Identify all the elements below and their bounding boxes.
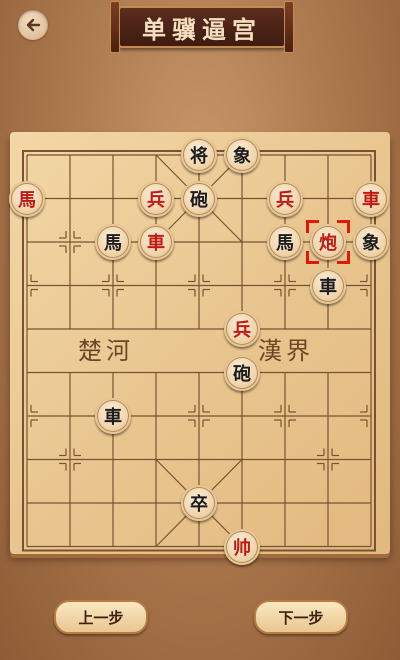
piece-black[interactable]: 車 [310, 267, 346, 304]
piece-black[interactable]: 馬 [267, 224, 303, 260]
piece-red[interactable]: 兵 [267, 180, 303, 217]
previous-step-button[interactable]: 上一步 [54, 600, 148, 634]
piece-black[interactable]: 卒 [181, 485, 217, 521]
piece-black[interactable]: 将 [181, 137, 217, 173]
piece-red[interactable]: 兵 [138, 180, 174, 217]
piece-black[interactable]: 車 [95, 398, 131, 434]
river-label-right: 漢界 [258, 337, 314, 365]
piece-black[interactable]: 砲 [181, 180, 217, 217]
piece-black[interactable]: 砲 [224, 354, 260, 391]
piece-red[interactable]: 車 [353, 180, 389, 217]
piece-black[interactable]: 馬 [95, 224, 131, 260]
river-label-left: 楚河 [78, 337, 134, 365]
piece-red[interactable]: 車 [138, 224, 174, 260]
piece-black[interactable]: 象 [353, 224, 389, 260]
piece-black[interactable]: 象 [224, 137, 260, 173]
piece-red[interactable]: 帅 [224, 528, 260, 565]
back-button[interactable] [18, 10, 48, 40]
title-plaque: 单骥逼宫 [110, 1, 294, 53]
next-step-button[interactable]: 下一步 [254, 600, 348, 634]
piece-red[interactable]: 馬 [9, 180, 45, 217]
arrow-left-icon [26, 18, 41, 32]
piece-red[interactable]: 兵 [224, 311, 260, 347]
piece-red[interactable]: 炮 [310, 224, 346, 260]
page-title: 单骥逼宫 [142, 14, 262, 44]
